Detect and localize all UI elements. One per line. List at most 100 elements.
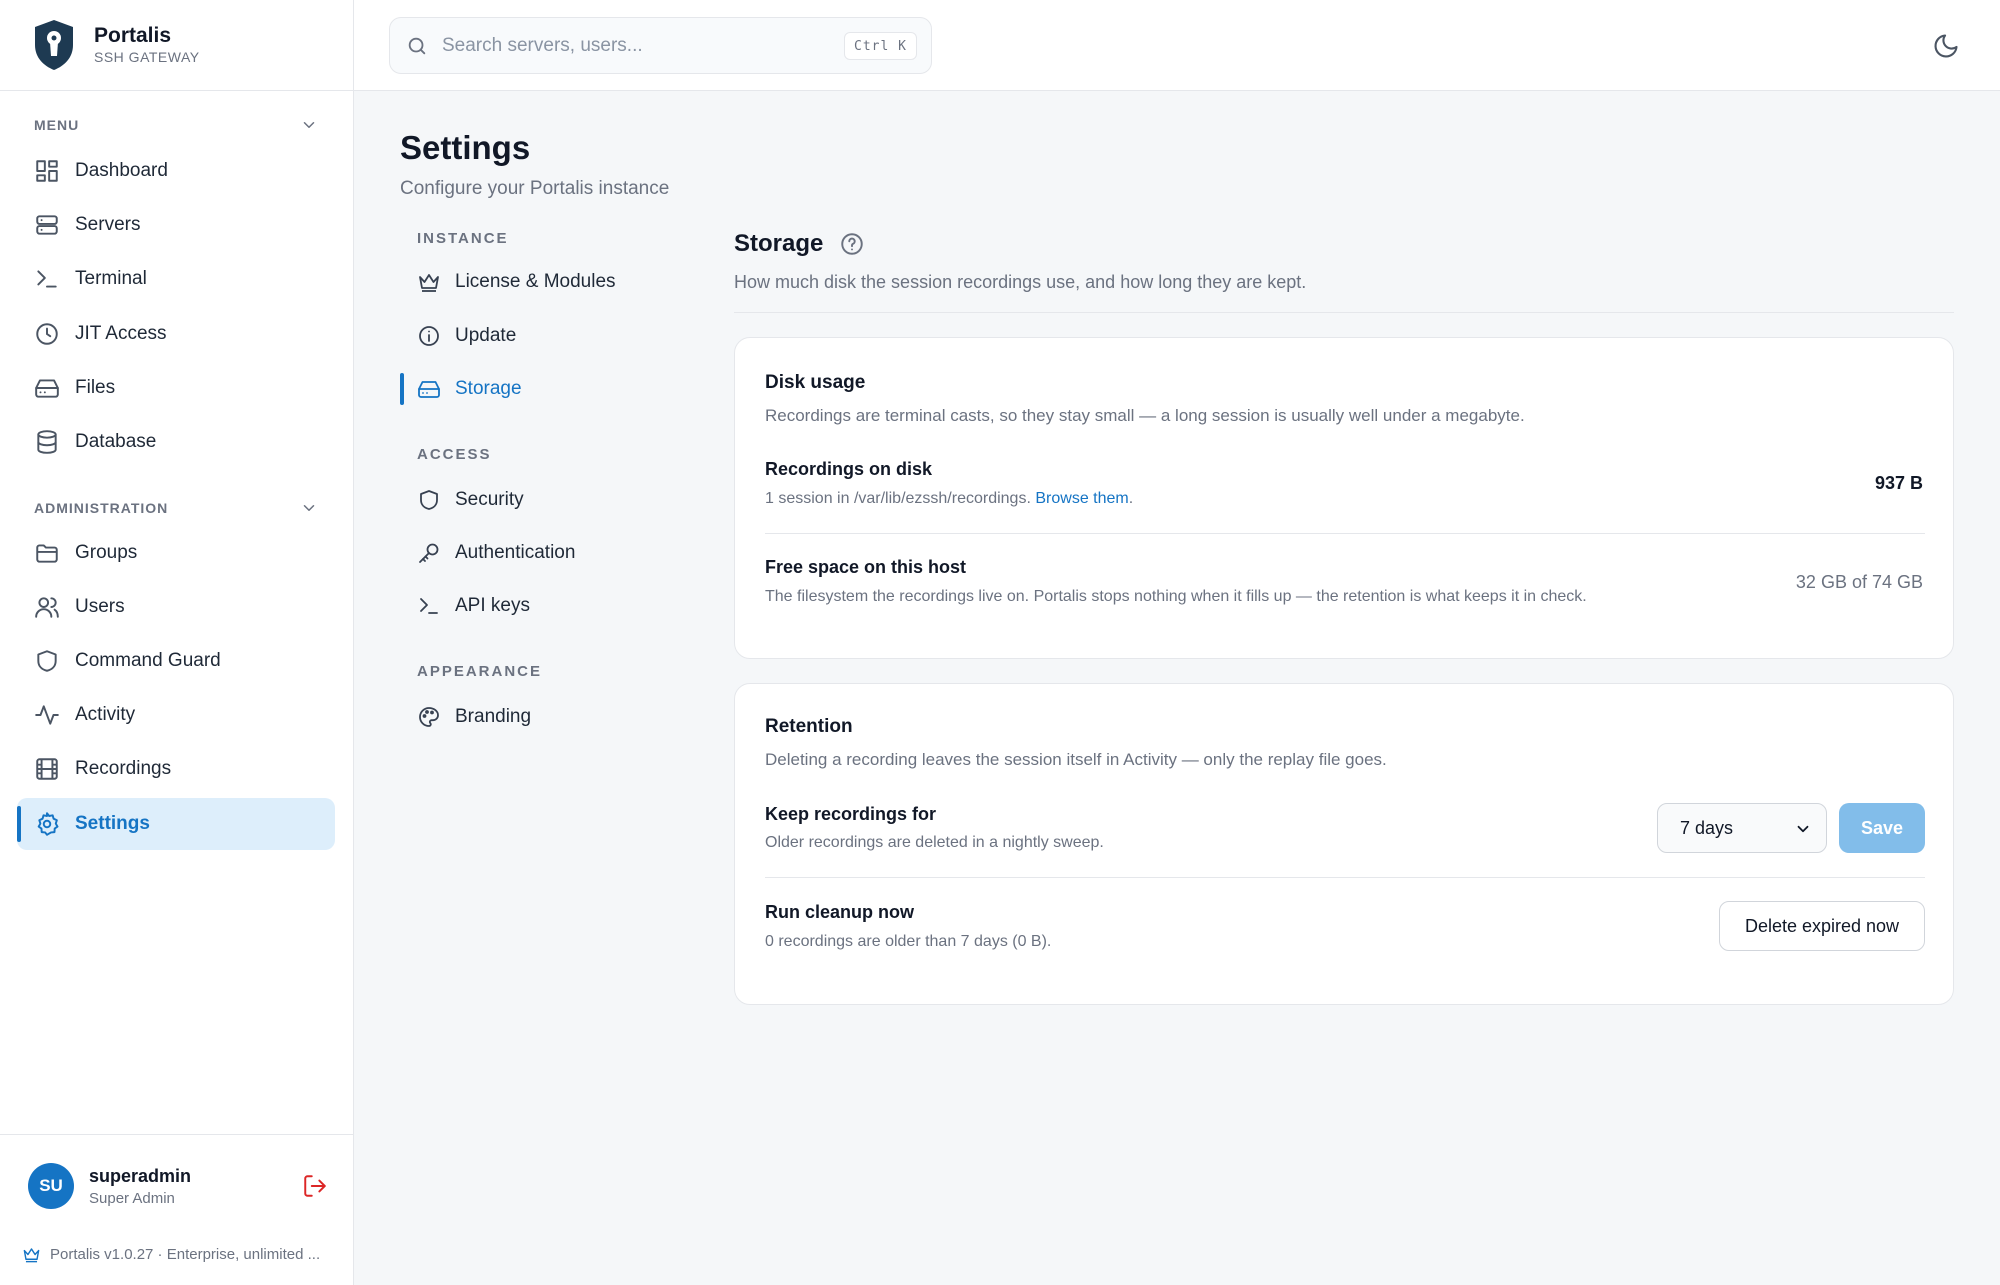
- sidebar-item-settings[interactable]: Settings: [17, 798, 335, 850]
- terminal-icon: [420, 598, 438, 614]
- sidebar-item-recordings[interactable]: Recordings: [17, 743, 335, 795]
- section-divider: [734, 312, 1954, 313]
- sidebar-item-label: Groups: [75, 542, 138, 563]
- user-profile[interactable]: SU superadmin Super Admin: [28, 1163, 328, 1209]
- sidebar-item-files[interactable]: Files: [17, 362, 335, 414]
- retention-period-select[interactable]: 7 days: [1657, 803, 1827, 853]
- sidebar-item-terminal[interactable]: Terminal: [17, 253, 335, 305]
- key-icon: [419, 543, 439, 563]
- sidebar-item-label: Dashboard: [75, 160, 168, 181]
- sidebar-item-users[interactable]: Users: [17, 581, 335, 633]
- free-space-label: Free space on this host: [765, 557, 967, 577]
- settings-item-label: Storage: [455, 378, 522, 399]
- folder-icon: [36, 544, 58, 563]
- gear-icon: [37, 812, 59, 836]
- link-suffix: .: [1128, 490, 1134, 507]
- settings-item-branding[interactable]: Branding: [400, 695, 690, 739]
- settings-item-update[interactable]: Update: [400, 314, 690, 358]
- logout-icon[interactable]: [302, 1173, 328, 1199]
- sidebar-item-label: Terminal: [75, 268, 147, 289]
- sidebar-item-label: Users: [75, 596, 125, 617]
- access-heading: ACCESS: [417, 446, 492, 463]
- search-placeholder: Search servers, users...: [442, 34, 643, 56]
- palette-icon: [419, 707, 439, 727]
- settings-item-authentication[interactable]: Authentication: [400, 531, 690, 575]
- sidebar-item-label: Database: [75, 431, 157, 452]
- recordings-on-disk-description: 1 session in /var/lib/ezssh/recordings. …: [765, 490, 1133, 508]
- retention-card: Retention Deleting a recording leaves th…: [734, 683, 1954, 1005]
- sidebar-item-label: Recordings: [75, 758, 172, 779]
- menu-section-header[interactable]: MENU: [34, 116, 318, 134]
- administration-heading: ADMINISTRATION: [34, 500, 169, 516]
- crown-icon: [419, 274, 439, 292]
- brand-name: Portalis: [94, 24, 172, 47]
- moon-icon[interactable]: [1932, 32, 1960, 60]
- retention-title: Retention: [765, 716, 853, 737]
- sidebar-footer: SU superadmin Super Admin Portalis v1.0.…: [0, 1134, 354, 1285]
- sidebar-item-label: Files: [75, 377, 116, 398]
- run-cleanup-description: 0 recordings are older than 7 days (0 B)…: [765, 933, 1052, 950]
- avatar: SU: [28, 1163, 74, 1209]
- shield-icon: [37, 650, 57, 672]
- disk-usage-title: Disk usage: [765, 372, 866, 393]
- crown-icon: [23, 1248, 40, 1263]
- settings-item-security[interactable]: Security: [400, 478, 690, 522]
- browse-recordings-link[interactable]: Browse them: [1035, 490, 1128, 507]
- delete-expired-button[interactable]: Delete expired now: [1719, 901, 1925, 951]
- settings-item-license-modules[interactable]: License & Modules: [400, 260, 690, 304]
- recordings-path-text: 1 session in /var/lib/ezssh/recordings.: [765, 490, 1031, 507]
- activity-icon: [35, 705, 59, 725]
- sidebar-item-database[interactable]: Database: [17, 416, 335, 468]
- disk-usage-card: Disk usage Recordings are terminal casts…: [734, 337, 1954, 659]
- settings-item-label: Update: [455, 325, 517, 346]
- section-title-text: Storage: [734, 230, 824, 257]
- recordings-size-value: 937 B: [1874, 473, 1923, 493]
- administration-section-header[interactable]: ADMINISTRATION: [34, 499, 318, 517]
- help-circle-icon[interactable]: [839, 231, 865, 257]
- page-subtitle: Configure your Portalis instance: [400, 178, 670, 199]
- sidebar-item-dashboard[interactable]: Dashboard: [17, 145, 335, 197]
- settings-item-label: Branding: [455, 706, 532, 727]
- free-space-value: 32 GB of 74 GB: [1795, 572, 1923, 592]
- terminal-icon: [37, 270, 57, 288]
- search-icon: [408, 37, 426, 54]
- settings-item-api-keys[interactable]: API keys: [400, 584, 690, 628]
- sidebar-item-command-guard[interactable]: Command Guard: [17, 635, 335, 687]
- free-space-description: The filesystem the recordings live on. P…: [765, 588, 1587, 605]
- run-cleanup-label: Run cleanup now: [765, 902, 915, 922]
- retention-description: Deleting a recording leaves the session …: [765, 750, 1387, 769]
- sidebar-item-label: Activity: [75, 704, 136, 725]
- drive-icon: [35, 379, 59, 398]
- settings-item-storage[interactable]: Storage: [400, 367, 690, 411]
- sidebar: Portalis SSH GATEWAY MENU Dashboard Serv…: [0, 0, 354, 1285]
- sidebar-item-groups[interactable]: Groups: [17, 527, 335, 579]
- version-info: Portalis v1.0.27 · Enterprise, unlimited…: [22, 1245, 320, 1264]
- settings-item-label: Security: [455, 489, 524, 510]
- page-title: Settings: [400, 129, 531, 166]
- portalis-logo-icon: [35, 20, 73, 70]
- chevron-down-icon: [303, 505, 315, 511]
- brand-subtitle: SSH GATEWAY: [94, 49, 200, 65]
- grid-icon: [36, 160, 58, 182]
- keep-recordings-label: Keep recordings for: [765, 804, 937, 824]
- section-title: Storage: [734, 230, 865, 258]
- recordings-on-disk-label: Recordings on disk: [765, 459, 933, 479]
- shield-icon: [420, 490, 438, 510]
- sidebar-item-jit-access[interactable]: JIT Access: [17, 308, 335, 360]
- keep-recordings-description: Older recordings are deleted in a nightl…: [765, 834, 1104, 851]
- save-button[interactable]: Save: [1839, 803, 1925, 853]
- chevron-down-icon: [303, 122, 315, 128]
- sidebar-item-servers[interactable]: Servers: [17, 199, 335, 251]
- settings-item-label: Authentication: [455, 542, 576, 563]
- row-divider: [765, 877, 1925, 878]
- server-icon: [36, 215, 58, 235]
- sidebar-item-label: Settings: [75, 813, 150, 834]
- menu-heading: MENU: [34, 117, 80, 133]
- settings-item-label: API keys: [455, 595, 530, 616]
- top-bar: Search servers, users... Ctrl K: [354, 0, 2000, 91]
- sidebar-item-activity[interactable]: Activity: [17, 689, 335, 741]
- brand[interactable]: Portalis SSH GATEWAY: [0, 0, 353, 91]
- sidebar-item-label: JIT Access: [75, 323, 167, 344]
- drive-icon: [418, 381, 440, 398]
- search-input[interactable]: Search servers, users... Ctrl K: [389, 17, 932, 74]
